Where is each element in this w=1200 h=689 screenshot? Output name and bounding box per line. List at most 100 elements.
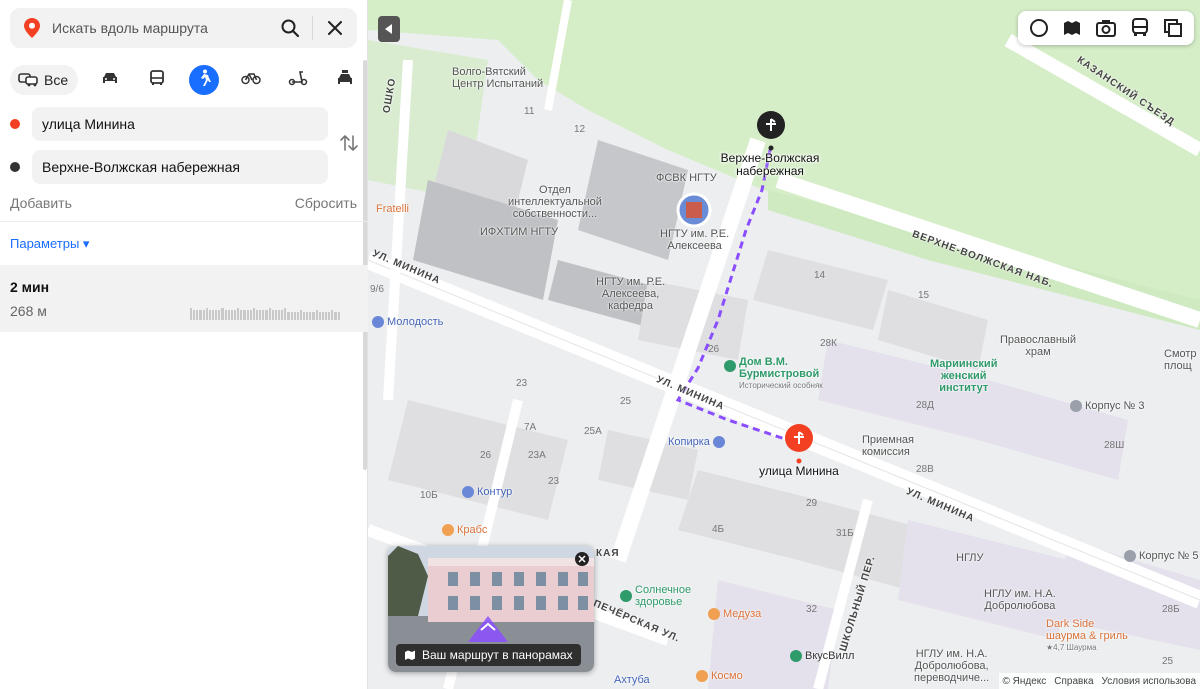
profile-bar (224, 310, 227, 320)
poi-label: ВкусВилл (805, 650, 855, 662)
label-ngtu-dept: НГТУ им. Р.Е. Алексеева, кафедра (596, 276, 666, 312)
scooter-icon (288, 70, 308, 91)
poi-solnechnoe[interactable]: Солнечное здоровье (620, 584, 691, 608)
poi-molodost[interactable]: Молодость (372, 316, 443, 328)
poi-label: Корпус № 3 (1085, 400, 1145, 412)
poi-kontur[interactable]: Контур (462, 486, 512, 498)
mode-all-button[interactable]: Все (10, 65, 79, 95)
house-number: 29 (806, 498, 818, 509)
house-number: 28Ш (1104, 440, 1125, 451)
search-icon[interactable] (268, 8, 312, 48)
swap-icon[interactable] (338, 132, 360, 154)
bus-icon (149, 69, 165, 91)
profile-bar (202, 310, 205, 320)
terms-link[interactable]: Условия использова (1102, 676, 1196, 687)
house-number: 26 (708, 344, 720, 355)
panorama-caption-text: Ваш маршрут в панорамах (422, 648, 573, 662)
elevation-profile (190, 306, 340, 320)
house-number: 11 (524, 106, 535, 117)
map-attribution: © Яндекс Справка Условия использова (998, 673, 1200, 689)
to-field[interactable]: Верхне-Волжская набережная (32, 150, 328, 184)
profile-bar (331, 310, 334, 320)
profile-bar (196, 310, 199, 320)
route-point-to: Верхне-Волжская набережная (10, 150, 328, 184)
mode-walk-button[interactable] (189, 65, 220, 95)
collapse-panel-button[interactable] (378, 16, 400, 42)
house-number: 28Б (1162, 604, 1180, 615)
profile-bar (205, 308, 208, 320)
poi-icon (696, 670, 708, 682)
reset-button[interactable]: Сбросить (295, 195, 357, 211)
route-option-card[interactable]: 2 мин 268 м (0, 265, 368, 332)
profile-bar (328, 312, 331, 320)
profile-bar (299, 310, 303, 320)
poi-burmistrova-house[interactable]: Дом В.М. Бурмистровой Исторический особня… (724, 356, 823, 392)
from-field[interactable]: улица Минина (32, 107, 328, 141)
house-number: 23А (528, 450, 546, 461)
profile-bar (259, 310, 262, 320)
traffic-layer-icon[interactable] (1026, 15, 1052, 41)
poi-akhtuba[interactable]: Ахтуба (614, 674, 650, 686)
close-icon[interactable] (575, 552, 589, 566)
close-icon[interactable] (313, 8, 357, 48)
parameters-toggle[interactable]: Параметры ▾ (10, 236, 89, 252)
poi-icon (1124, 550, 1136, 562)
route-panel: Искать вдоль маршрута Все улица Минина В… (0, 0, 368, 689)
poi-kosmo[interactable]: Космо (696, 670, 743, 682)
profile-bar (227, 310, 230, 320)
label-nglu: НГЛУ (956, 552, 984, 564)
divider (0, 221, 368, 222)
profile-bar (243, 310, 246, 320)
street-kaya: КАЯ (596, 548, 620, 559)
house-number: 28К (820, 338, 837, 349)
add-point-button[interactable]: Добавить (10, 195, 72, 211)
app-root: Искать вдоль маршрута Все улица Минина В… (0, 0, 1200, 689)
poi-label: Космо (711, 670, 743, 682)
profile-bar (215, 310, 218, 320)
poi-korpus5[interactable]: Корпус № 5 (1124, 550, 1199, 562)
route-search-bar[interactable]: Искать вдоль маршрута (10, 8, 357, 48)
panorama-layer-icon[interactable] (1059, 15, 1085, 41)
poi-vkusvill[interactable]: ВкусВилл (790, 650, 854, 662)
poi-darkside[interactable]: Dark Side шаурма & гриль ★4,7 Шаурма (1046, 618, 1128, 654)
layers-icon[interactable] (1160, 15, 1186, 41)
panorama-preview[interactable]: Ваш маршрут в панорамах (388, 546, 594, 672)
search-input[interactable]: Искать вдоль маршрута (52, 20, 268, 36)
help-link[interactable]: Справка (1054, 676, 1093, 687)
poi-meduza[interactable]: Медуза (708, 608, 761, 620)
mode-taxi-button[interactable] (330, 65, 360, 95)
poi-label: Мариинский женский институт (930, 358, 998, 394)
poi-krabs[interactable]: Крабс (442, 524, 487, 536)
from-dot-icon (10, 119, 20, 129)
poi-kopirka[interactable]: Копирка (668, 436, 725, 448)
profile-bar (321, 312, 325, 320)
route-point-from: улица Минина (10, 107, 328, 141)
profile-bar (193, 310, 196, 320)
panorama-icon (405, 650, 415, 660)
house-number: 25 (1162, 656, 1174, 667)
profile-bar (268, 308, 271, 320)
profile-bar (271, 310, 274, 320)
house-number: 28В (916, 464, 934, 475)
profile-bar (230, 310, 233, 320)
house-number: 25 (620, 396, 632, 407)
poi-mariinsky[interactable]: Мариинский женский институт (930, 358, 997, 394)
transit-layer-icon[interactable] (1127, 15, 1153, 41)
poi-sublabel: Исторический особняк (739, 381, 823, 390)
profile-bar (252, 308, 255, 320)
mode-all-label: Все (44, 72, 69, 88)
mode-bus-button[interactable] (142, 65, 172, 95)
mode-scooter-button[interactable] (283, 65, 313, 95)
profile-bar (208, 310, 211, 320)
poi-sublabel: ★4,7 Шаурма (1046, 643, 1097, 652)
profile-bar (221, 308, 224, 320)
house-number: 23 (516, 378, 528, 389)
mode-bike-button[interactable] (236, 65, 266, 95)
poi-korpus3[interactable]: Корпус № 3 (1070, 400, 1145, 412)
photo-layer-icon[interactable] (1093, 15, 1119, 41)
map-layers-toolbar (1018, 11, 1194, 45)
panorama-caption[interactable]: Ваш маршрут в панорамах (396, 644, 581, 666)
house-number: 12 (574, 124, 586, 135)
route-distance: 268 м (10, 303, 47, 319)
mode-car-button[interactable] (95, 65, 125, 95)
